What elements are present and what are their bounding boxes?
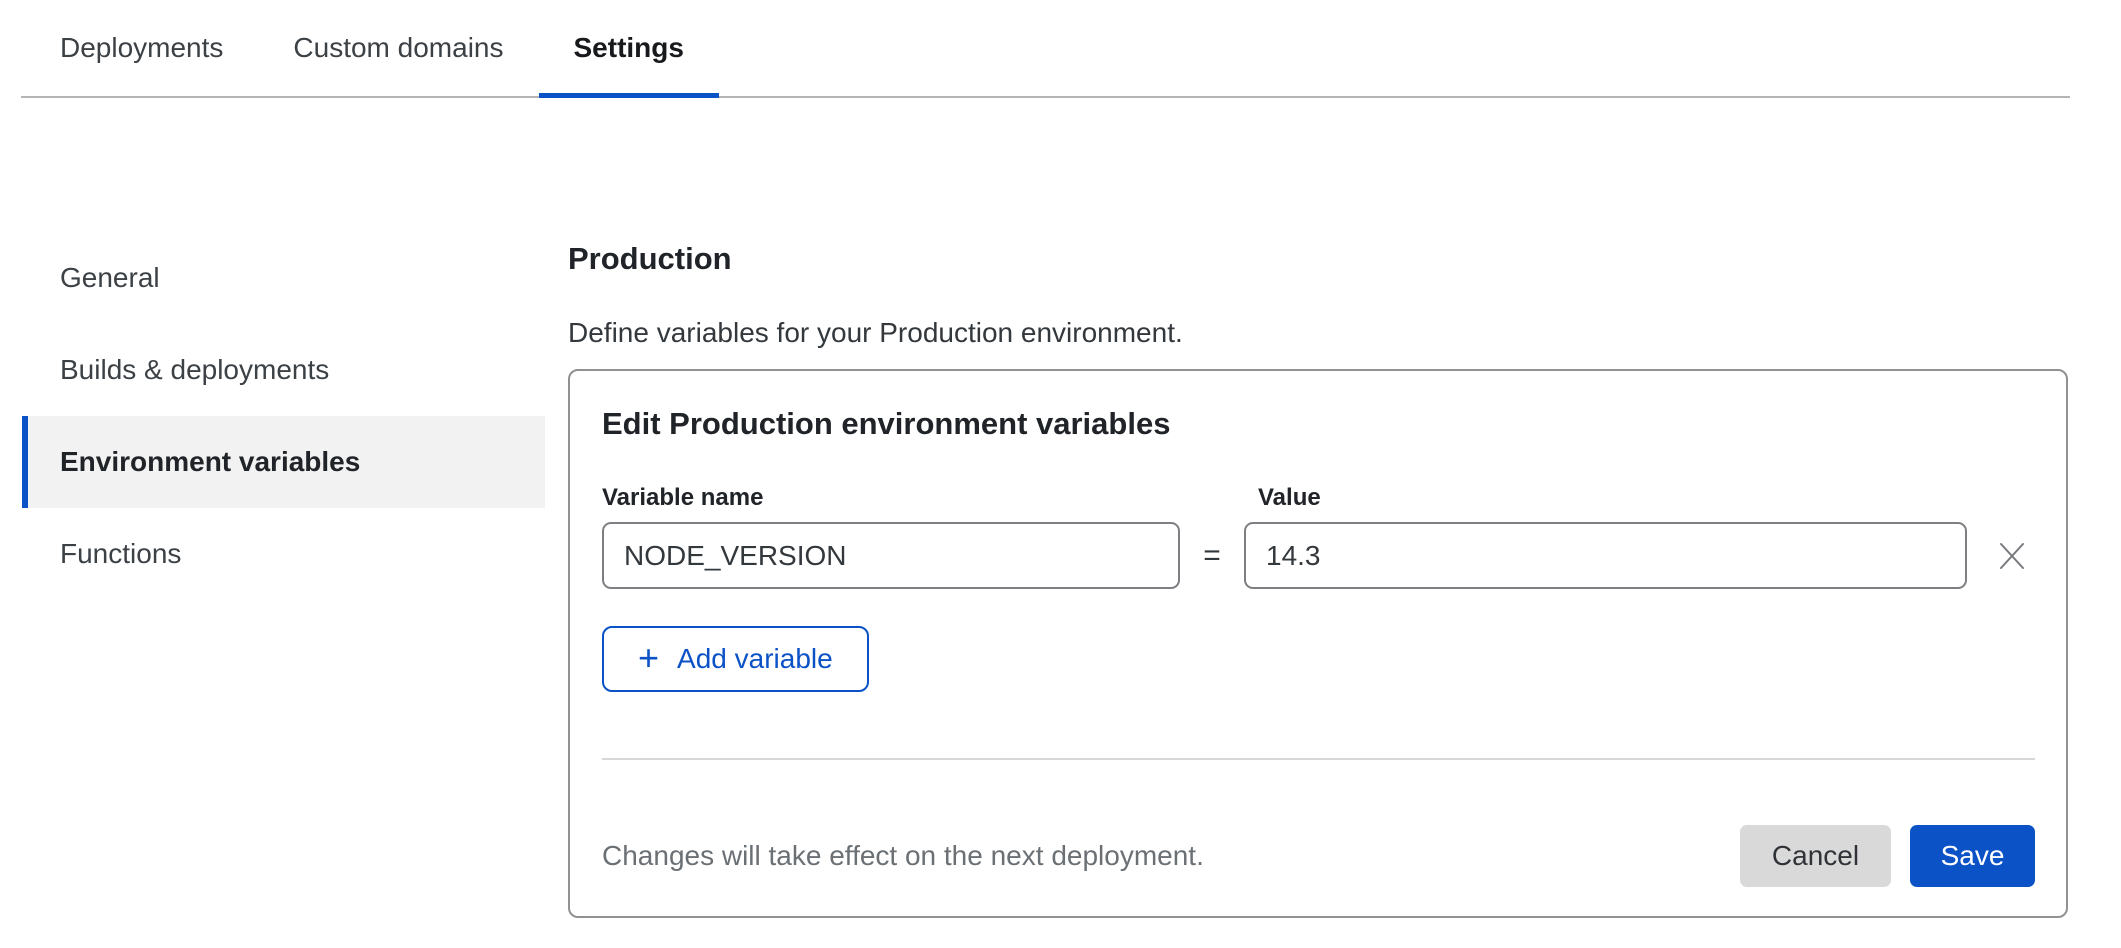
sidebar-item-general[interactable]: General — [22, 232, 545, 324]
variable-name-input[interactable] — [602, 522, 1180, 589]
sidebar-item-functions-label: Functions — [60, 538, 181, 570]
remove-variable-button[interactable] — [1989, 522, 2035, 589]
settings-sidebar: General Builds & deployments Environment… — [22, 232, 545, 600]
tab-custom-domains-label: Custom domains — [293, 32, 503, 64]
plus-icon: + — [638, 640, 659, 676]
cancel-button[interactable]: Cancel — [1740, 825, 1891, 887]
sidebar-item-environment-variables[interactable]: Environment variables — [22, 416, 545, 508]
variable-name-label: Variable name — [602, 484, 1180, 512]
tab-deployments-label: Deployments — [60, 32, 223, 64]
sidebar-item-general-label: General — [60, 262, 160, 294]
equals-sign: = — [1180, 522, 1244, 589]
card-divider — [602, 758, 2035, 760]
pages-project-settings-page: Deployments Custom domains Settings Gene… — [0, 0, 2121, 948]
footer-actions: Cancel Save — [1740, 825, 2035, 887]
sidebar-item-builds-deployments[interactable]: Builds & deployments — [22, 324, 545, 416]
value-label: Value — [1258, 484, 1967, 512]
variable-name-field: Variable name — [602, 484, 1180, 589]
x-icon — [1996, 540, 2028, 572]
value-input[interactable] — [1244, 522, 1967, 589]
value-field: Value — [1244, 484, 1967, 589]
card-heading: Edit Production environment variables — [602, 405, 2035, 443]
tab-settings[interactable]: Settings — [539, 0, 719, 96]
tab-bar: Deployments Custom domains Settings — [21, 0, 2070, 98]
active-tab-underline — [539, 93, 719, 98]
add-variable-button[interactable]: + Add variable — [602, 626, 869, 692]
page-description: Define variables for your Production env… — [568, 316, 2068, 350]
sidebar-item-environment-variables-label: Environment variables — [60, 446, 360, 478]
settings-content: Production Define variables for your Pro… — [568, 240, 2068, 918]
save-button[interactable]: Save — [1910, 825, 2035, 887]
tab-deployments[interactable]: Deployments — [25, 0, 258, 96]
page-title: Production — [568, 240, 2068, 278]
card-footer: Changes will take effect on the next dep… — [602, 825, 2035, 887]
env-vars-card: Edit Production environment variables Va… — [568, 369, 2068, 918]
variable-row: Variable name = Value — [602, 484, 2035, 589]
add-variable-label: Add variable — [677, 643, 833, 675]
sidebar-item-builds-deployments-label: Builds & deployments — [60, 354, 329, 386]
tab-custom-domains[interactable]: Custom domains — [258, 0, 538, 96]
deployment-note: Changes will take effect on the next dep… — [602, 840, 1204, 872]
sidebar-item-functions[interactable]: Functions — [22, 508, 545, 600]
tab-settings-label: Settings — [574, 32, 684, 64]
